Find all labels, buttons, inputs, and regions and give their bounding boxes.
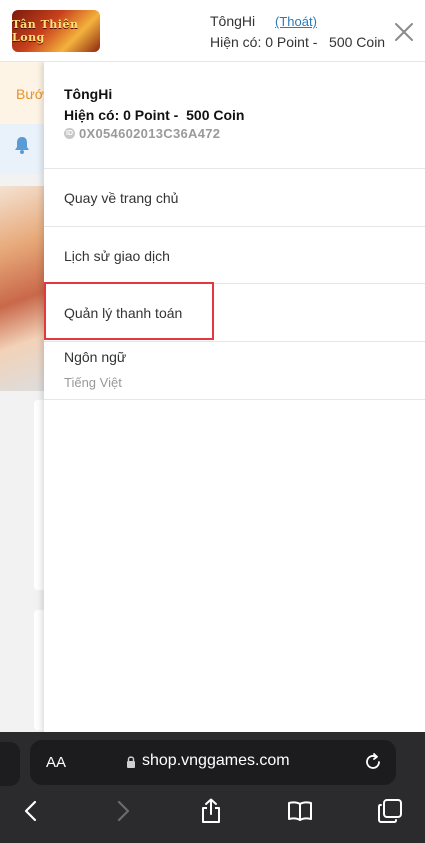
lock-icon — [127, 756, 135, 768]
text-size-button[interactable]: AA — [46, 754, 66, 771]
menu-item-label: Lịch sử giao dịch — [64, 248, 170, 264]
top-header: Tân Thiên Long TôngHi (Thoát) Hiện có: 0… — [0, 0, 425, 62]
logo-text: Tân Thiên Long — [12, 18, 79, 44]
language-label: Ngôn ngữ — [64, 349, 127, 365]
profile-balance: Hiện có: 0 Point - 500 Coin — [64, 107, 245, 123]
profile-name: TôngHi — [64, 86, 113, 102]
previous-tab-preview[interactable] — [0, 742, 20, 786]
background-step-text: Bướ — [16, 86, 44, 102]
side-drawer: TôngHi Hiện có: 0 Point - 500 Coin ID 0X… — [44, 62, 425, 732]
menu-item-home[interactable]: Quay về trang chủ — [44, 169, 425, 227]
logout-link[interactable]: (Thoát) — [275, 14, 317, 29]
close-icon[interactable] — [392, 20, 416, 44]
menu-item-transaction-history[interactable]: Lịch sử giao dịch — [44, 227, 425, 284]
background-page: Bướ — [0, 62, 44, 732]
background-card — [34, 400, 44, 590]
profile-section: TôngHi Hiện có: 0 Point - 500 Coin ID 0X… — [44, 62, 425, 169]
highlight-box — [44, 282, 214, 340]
header-username: TôngHi — [210, 13, 256, 29]
header-balance: Hiện có: 0 Point - 500 Coin — [210, 34, 386, 50]
id-icon: ID — [64, 128, 75, 139]
background-step-bar: Bướ — [0, 62, 44, 124]
url-text[interactable]: shop.vnggames.com — [142, 752, 290, 770]
profile-id: 0X054602013C36A472 — [79, 126, 221, 141]
bookmarks-icon[interactable] — [287, 798, 313, 824]
forward-icon[interactable] — [110, 798, 136, 824]
back-icon[interactable] — [18, 798, 44, 824]
reload-icon[interactable] — [364, 753, 382, 771]
browser-toolbar: AA shop.vnggames.com — [0, 732, 425, 843]
background-banner-image — [0, 186, 44, 391]
tabs-icon[interactable] — [377, 798, 403, 824]
game-logo[interactable]: Tân Thiên Long — [12, 10, 100, 52]
menu-item-language[interactable]: Ngôn ngữ Tiếng Việt — [44, 342, 425, 400]
share-icon[interactable] — [198, 798, 224, 824]
language-value: Tiếng Việt — [64, 375, 122, 390]
address-bar[interactable]: AA shop.vnggames.com — [30, 740, 396, 785]
bell-icon — [15, 137, 29, 154]
background-card — [34, 610, 44, 730]
menu-item-label: Quay về trang chủ — [64, 190, 179, 206]
background-notice-bar — [0, 124, 44, 174]
